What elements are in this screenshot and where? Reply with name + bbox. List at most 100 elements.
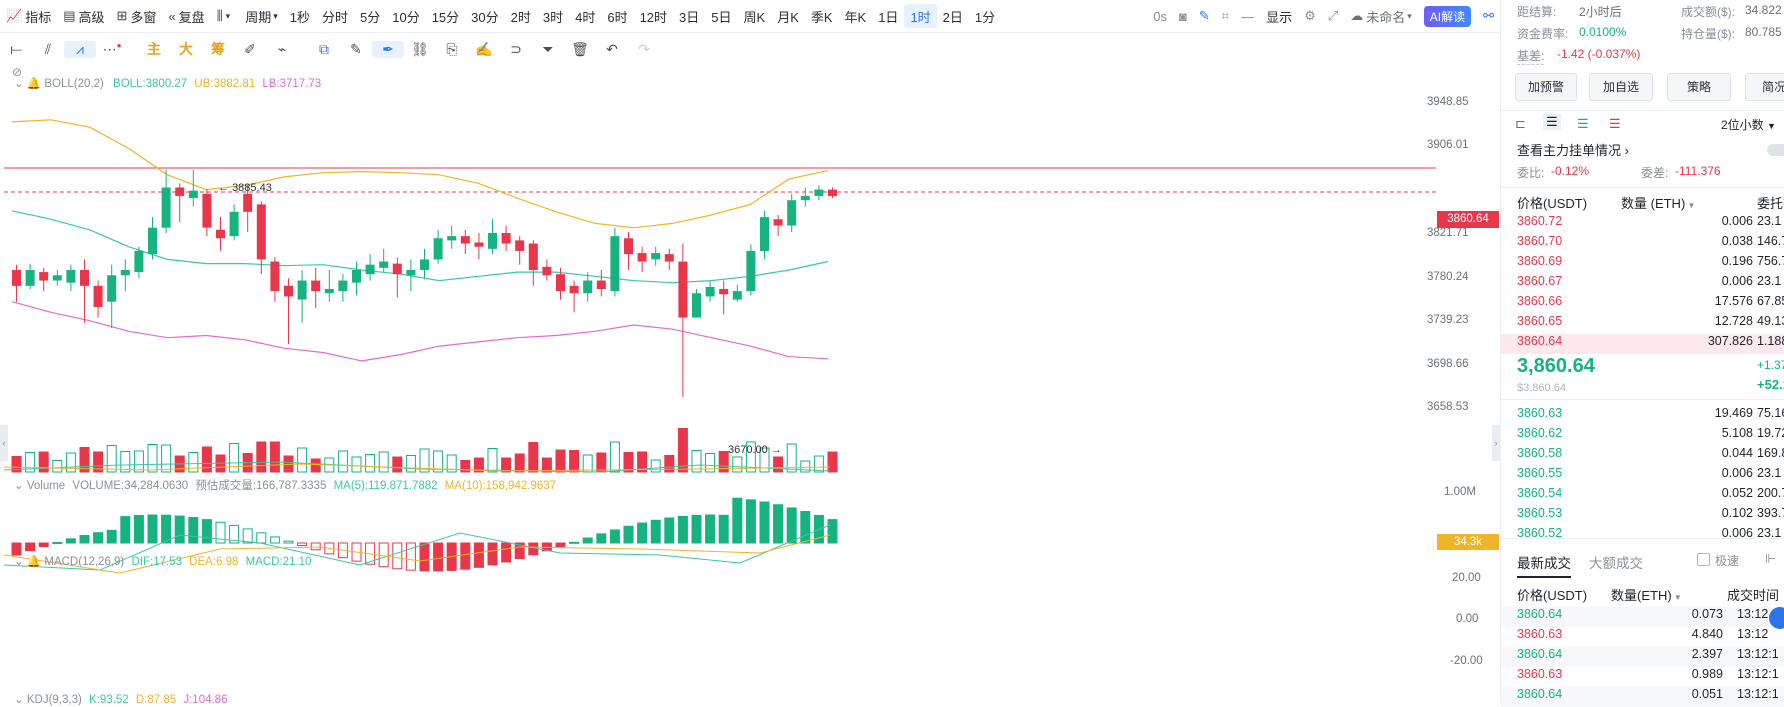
interval-tab[interactable]: 5分	[354, 0, 386, 32]
floating-action-button[interactable]	[1769, 607, 1784, 629]
decimal-select[interactable]: 2位小数 ▼	[1721, 116, 1776, 133]
row-qty: 0.044	[1721, 446, 1753, 460]
strategy-button[interactable]: 策略	[1667, 73, 1731, 101]
orderbook-row[interactable]: 3860.72 0.006 23.1	[1501, 214, 1784, 234]
chevron-down-icon[interactable]: ⌄	[14, 694, 24, 706]
trend-line-icon[interactable]: ⫽	[32, 41, 64, 58]
multi-window-button[interactable]: ⊞ 多窗	[111, 0, 163, 32]
orderbook-row[interactable]: 3860.58 0.044 169.8	[1501, 446, 1784, 466]
orderbook-row[interactable]: 3860.65 12.728 49.138	[1501, 314, 1784, 334]
orderbook-row[interactable]: 3860.53 0.102 393.7	[1501, 506, 1784, 526]
right-collapse-handle[interactable]: ›	[1492, 425, 1500, 461]
interval-tab[interactable]: 季K	[805, 0, 839, 32]
tab-large-trades[interactable]: 大额成交	[1589, 552, 1643, 572]
book-bids-icon[interactable]: ☰	[1577, 116, 1589, 132]
brush-icon[interactable]: ⌁	[266, 41, 298, 58]
clipboard-icon[interactable]: ⎘	[436, 41, 468, 58]
trash-icon[interactable]: 🗑	[564, 41, 596, 58]
arrow-left-icon: ←	[218, 182, 229, 194]
filter-icon[interactable]: ⏷	[532, 41, 564, 58]
note-icon[interactable]: ✍	[468, 41, 500, 58]
orderbook-row[interactable]: 3860.62 5.108 19.72	[1501, 426, 1784, 446]
interval-tab[interactable]: 年K	[839, 0, 873, 32]
interval-tab[interactable]: 4时	[569, 0, 601, 32]
orderbook-row[interactable]: 3860.54 0.052 200.7	[1501, 486, 1784, 506]
interval-tab[interactable]: 3日	[673, 0, 705, 32]
qty-header[interactable]: 数量 (ETH) ▼	[1621, 193, 1695, 212]
crop-icon[interactable]: ⌗	[1216, 0, 1235, 32]
interval-tab[interactable]: 月K	[771, 0, 805, 32]
main-force-button[interactable]: 主	[138, 39, 170, 59]
interval-tab[interactable]: 分时	[316, 0, 354, 32]
more-icon[interactable]: ⋯●	[96, 41, 128, 58]
interval-tab[interactable]: 3时	[537, 0, 569, 32]
chip-button[interactable]: 筹	[202, 39, 234, 59]
interval-tab[interactable]: 10分	[386, 0, 425, 32]
workspace-button[interactable]: ☁ 未命名 ▾	[1344, 0, 1418, 32]
interval-tab[interactable]: 周K	[738, 0, 772, 32]
orderbook-link[interactable]: 查看主力挂单情况 ›	[1517, 140, 1629, 159]
book-mixed-icon[interactable]: ☰	[1543, 114, 1561, 130]
interval-tab[interactable]: 5日	[705, 0, 737, 32]
left-collapse-handle[interactable]: ‹	[0, 425, 8, 461]
minus-icon[interactable]: —	[1235, 0, 1260, 32]
chart-settings-icon[interactable]: ⊩	[1765, 551, 1776, 567]
orderbook-row[interactable]: 3860.67 0.006 23.1	[1501, 274, 1784, 294]
replay-button[interactable]: «复盘	[162, 0, 210, 32]
add-alert-button[interactable]: 加预警	[1515, 73, 1577, 101]
horizontal-line-icon[interactable]: ⟝	[0, 41, 32, 58]
big-order-button[interactable]: 大	[170, 39, 202, 59]
interval-tab[interactable]: 1秒	[284, 0, 316, 32]
interval-tab[interactable]: 2日	[937, 0, 969, 32]
redo-icon[interactable]: ↷	[628, 41, 660, 58]
fast-checkbox[interactable]	[1697, 553, 1710, 566]
edit-icon[interactable]: ✐	[234, 41, 266, 58]
chain-icon[interactable]: ⛓	[404, 41, 436, 58]
interval-tab[interactable]: 1时	[904, 4, 937, 28]
price-chart-svg[interactable]	[0, 65, 1500, 703]
pencil-icon[interactable]: ✎	[1193, 0, 1216, 32]
interval-tab[interactable]: 12时	[634, 0, 673, 32]
candle-body	[392, 263, 402, 275]
chart-type-button[interactable]: ⫼ ▾	[211, 0, 240, 32]
ruler-icon[interactable]: ✎	[340, 41, 372, 58]
indicator-button[interactable]: 📈 指标	[0, 0, 57, 32]
share-icon[interactable]: ⚯	[1477, 0, 1500, 32]
bell-icon[interactable]: 🔔	[27, 556, 41, 568]
orderbook-row[interactable]: 3860.52 0.006 23.1	[1501, 526, 1784, 546]
orderbook-toggle[interactable]	[1767, 144, 1784, 156]
ai-button[interactable]: AI解读	[1418, 0, 1477, 32]
add-watchlist-button[interactable]: 加自选	[1589, 73, 1653, 101]
magnet-icon[interactable]: ⊃	[500, 41, 532, 58]
chevron-down-icon[interactable]: ⌄	[14, 556, 24, 568]
display-button[interactable]: 显示	[1260, 0, 1298, 32]
fullscreen-icon[interactable]: ⤢	[1322, 0, 1344, 32]
chart-area[interactable]: ⊘ ⌄ 🔔 BOLL(20,2) BOLL:3800.27 UB:3882.81…	[0, 65, 1500, 706]
book-asks-icon[interactable]: ☰	[1609, 116, 1621, 132]
book-both-icon[interactable]: ⊏	[1515, 116, 1526, 132]
interval-tab[interactable]: 15分	[426, 0, 465, 32]
period-button[interactable]: 周期 ▾	[239, 0, 284, 32]
orderbook-row[interactable]: 3860.66 17.576 67.855	[1501, 294, 1784, 314]
undo-icon[interactable]: ↶	[596, 41, 628, 58]
draw-pen-icon[interactable]: ✒	[372, 40, 404, 58]
chevron-down-icon[interactable]: ⌄	[14, 480, 24, 492]
gear-icon[interactable]: ⚙	[1298, 0, 1322, 32]
advanced-button[interactable]: ▤ 高级	[57, 0, 110, 32]
orderbook-row[interactable]: 3860.63 19.469 75.163	[1501, 406, 1784, 426]
trade-qty-header[interactable]: 数量(ETH) ▼	[1611, 585, 1682, 604]
pattern-icon[interactable]: ⩘	[64, 40, 96, 58]
interval-tab[interactable]: 1分	[969, 0, 1001, 32]
interval-tab[interactable]: 1日	[872, 0, 904, 32]
interval-tab[interactable]: 6时	[601, 0, 633, 32]
interval-tab[interactable]: 2时	[505, 0, 537, 32]
tab-latest-trades[interactable]: 最新成交	[1517, 552, 1571, 578]
interval-tab[interactable]: 30分	[465, 0, 504, 32]
camera-icon[interactable]: ◙	[1173, 0, 1193, 32]
orderbook-row[interactable]: 3860.69 0.196 756.7	[1501, 254, 1784, 274]
orderbook-row[interactable]: 3860.70 0.038 146.7	[1501, 234, 1784, 254]
overview-button[interactable]: 简况	[1745, 73, 1784, 101]
orderbook-row[interactable]: 3860.64 307.826 1.188	[1501, 334, 1784, 354]
copy-icon[interactable]: ⧉	[308, 41, 340, 58]
orderbook-row[interactable]: 3860.55 0.006 23.1	[1501, 466, 1784, 486]
